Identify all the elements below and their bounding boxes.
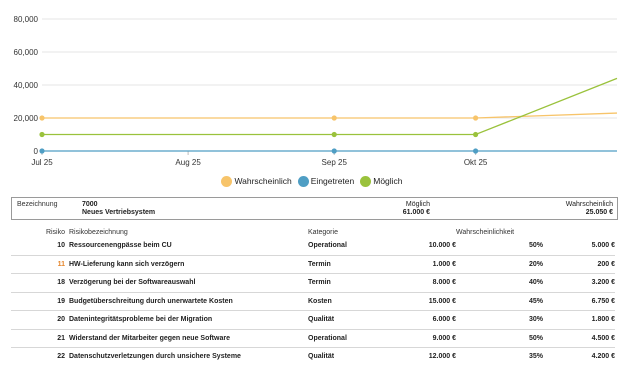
risk-category: Qualität: [308, 310, 383, 330]
header-cost: [383, 227, 456, 237]
data-point[interactable]: [39, 131, 45, 138]
y-tick-label: 20,000: [14, 114, 39, 123]
header-expected: [543, 227, 615, 237]
header-risk: Risiko: [45, 228, 65, 236]
risk-category: Kosten: [308, 292, 383, 311]
x-tick-label: Aug 25: [175, 158, 201, 167]
data-point[interactable]: [39, 148, 45, 154]
series-line-2: [42, 77, 618, 136]
chart-series: [39, 77, 618, 154]
project-summary: Bezeichnung 7000 Neues Vertriebsystem Mö…: [11, 197, 618, 220]
table-row[interactable]: 20 Datenintegritätsprobleme bei der Migra…: [11, 310, 615, 330]
table-header-row: Risiko Risikobezeichnung Kategorie Wahrs…: [11, 227, 615, 237]
legend-dot-icon: [297, 175, 309, 187]
legend-dot-icon: [221, 175, 233, 187]
summary-label: Bezeichnung: [17, 201, 58, 208]
risk-cost: 1.000 €: [383, 255, 456, 274]
y-tick-label: 60,000: [14, 48, 39, 57]
chart-grid: [42, 18, 617, 152]
risk-id: 20: [11, 310, 69, 330]
risk-name: Budgetüberschreitung durch unerwartete K…: [69, 292, 308, 311]
possible-value: 61.000 €: [402, 209, 430, 216]
risk-table: Risiko Risikobezeichnung Kategorie Wahrs…: [11, 227, 615, 366]
legend-dot-icon: [360, 175, 372, 187]
risk-expected: 4.500 €: [543, 329, 615, 348]
risk-category: Operational: [308, 237, 383, 256]
risk-category: Termin: [308, 255, 383, 274]
risk-expected: 6.750 €: [543, 292, 615, 311]
risk-expected: 1.800 €: [543, 310, 615, 330]
legend-item-moeglich[interactable]: Möglich: [360, 175, 403, 187]
y-tick-label: 80,000: [14, 15, 39, 24]
risk-category: Operational: [308, 329, 383, 348]
data-point[interactable]: [331, 115, 337, 121]
possible-label: Möglich: [405, 201, 430, 208]
data-point[interactable]: [473, 131, 479, 138]
data-point[interactable]: [331, 131, 337, 138]
risk-cost: 8.000 €: [383, 273, 456, 293]
data-point[interactable]: [473, 115, 479, 121]
risk-id: 19: [11, 292, 69, 311]
risk-name: Verzögerung bei der Softwareauswahl: [69, 273, 308, 293]
data-point[interactable]: [331, 148, 337, 154]
risk-name: HW-Lieferung kann sich verzögern: [69, 255, 308, 274]
x-tick-label: Jul 25: [31, 158, 53, 167]
risk-cost: 9.000 €: [383, 329, 456, 348]
header-category: Kategorie: [308, 228, 338, 236]
risk-expected: 3.200 €: [543, 273, 615, 293]
risk-probability: 50%: [456, 237, 543, 256]
y-tick-label: 0: [34, 147, 39, 156]
risk-id: 10: [11, 237, 69, 256]
legend-label: Wahrscheinlich: [234, 176, 292, 186]
legend-label: Möglich: [373, 176, 403, 186]
project-id: 7000: [82, 201, 98, 208]
risk-expected: 200 €: [543, 255, 615, 274]
risk-cost: 15.000 €: [383, 292, 456, 311]
legend-item-wahrscheinlich[interactable]: Wahrscheinlich: [221, 175, 292, 187]
risk-id: 21: [11, 329, 69, 348]
risk-category: Termin: [308, 273, 383, 293]
table-row[interactable]: 18 Verzögerung bei der Softwareauswahl Ter…: [11, 273, 615, 293]
chart-legend: Wahrscheinlich Eingetreten Möglich: [0, 174, 624, 188]
table-row[interactable]: 10 Ressourcenengpässe beim CU Operational 1…: [11, 237, 615, 256]
risk-line-chart: 0 20,000 40,000 60,000 80,000 Jul 25 Aug 25 Se…: [14, 15, 618, 167]
risk-id: 11: [11, 255, 69, 274]
risk-probability: 45%: [456, 292, 543, 311]
y-tick-label: 40,000: [14, 81, 39, 90]
risk-cost: 10.000 €: [383, 237, 456, 256]
header-probability: Wahrscheinlichkeit: [456, 228, 515, 236]
risk-probability: 30%: [456, 310, 543, 330]
series-line-0: [42, 112, 618, 119]
risk-probability: 40%: [456, 273, 543, 293]
legend-label: Eingetreten: [310, 176, 355, 186]
risk-probability: 50%: [456, 329, 543, 348]
table-row[interactable]: 19 Budgetüberschreitung durch unerwartete…: [11, 292, 615, 311]
data-point[interactable]: [39, 115, 45, 121]
legend-item-eingetreten[interactable]: Eingetreten: [297, 175, 355, 187]
data-point[interactable]: [473, 148, 479, 154]
y-axis-ticks: 0 20,000 40,000 60,000 80,000: [14, 15, 39, 156]
x-tick-label: Sep 25: [322, 158, 348, 167]
risk-cost: 6.000 €: [383, 310, 456, 330]
table-row[interactable]: 11 HW-Lieferung kann sich verzögern Termin…: [11, 255, 615, 274]
x-tick-label: Okt 25: [464, 158, 488, 167]
risk-name: Ressourcenengpässe beim CU: [69, 237, 308, 256]
risk-name: Datenintegritätsprobleme bei der Migrati…: [69, 310, 308, 330]
x-axis-ticks: Jul 25 Aug 25 Sep 25 Okt 25: [31, 151, 488, 167]
project-name: Neues Vertriebsystem: [82, 209, 156, 216]
risk-probability: 20%: [456, 255, 543, 274]
likely-label: Wahrscheinlich: [565, 201, 613, 208]
header-name: Risikobezeichnung: [69, 228, 128, 236]
likely-value: 25.050 €: [585, 209, 613, 216]
risk-table-body: 10 Ressourcenengpässe beim CU Operational 1…: [11, 237, 615, 366]
risk-name: Widerstand der Mitarbeiter gegen neue So…: [69, 329, 308, 348]
risk-id: 18: [11, 273, 69, 293]
table-row[interactable]: 21 Widerstand der Mitarbeiter gegen neue …: [11, 329, 615, 348]
risk-expected: 5.000 €: [543, 237, 615, 256]
